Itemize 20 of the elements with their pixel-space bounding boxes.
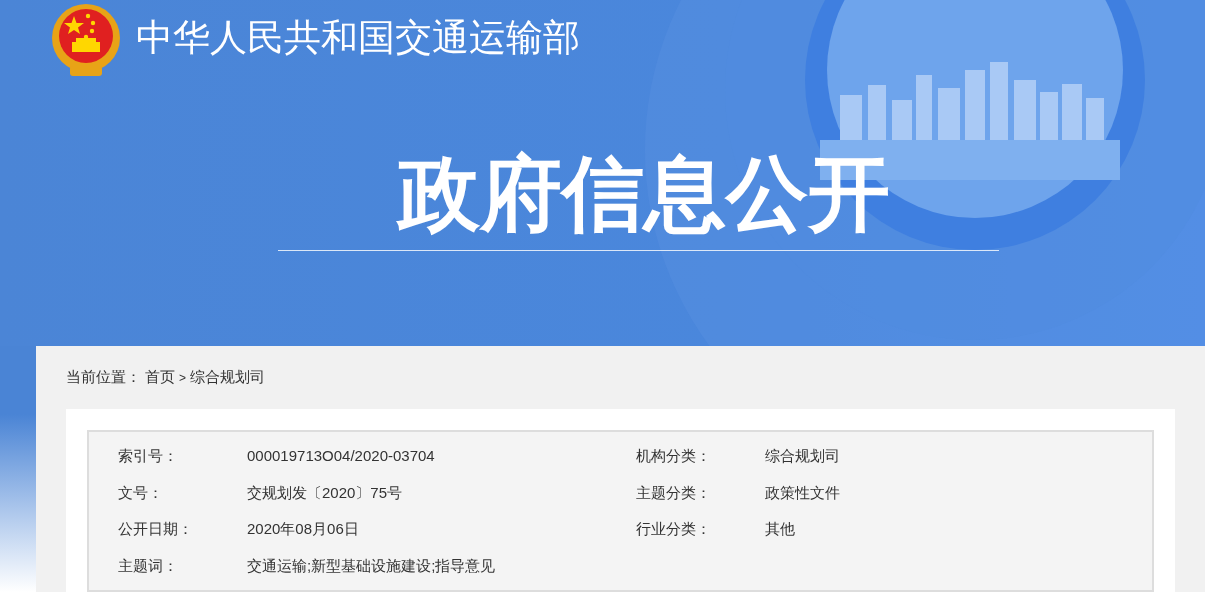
field-value: 2020年08月06日 (247, 519, 360, 539)
breadcrumb-label: 当前位置： (66, 367, 141, 388)
field-label: 行业分类： (636, 519, 712, 539)
field-label: 主题分类： (636, 482, 712, 503)
field-value: 其他 (765, 519, 796, 539)
field-value: 000019713O04/2020-03704 (247, 446, 436, 466)
field-label: 公开日期： (118, 519, 194, 539)
page-title: 政府信息公开 (395, 147, 890, 241)
breadcrumb-link[interactable]: 综合规划司 (190, 366, 265, 389)
breadcrumb-separator: > (179, 369, 186, 387)
field-label: 索引号： (118, 446, 179, 466)
field-value: 政策性文件 (765, 482, 841, 503)
field-value: 综合规划司 (765, 446, 841, 466)
field-value: 交规划发〔2020〕75号 (247, 482, 404, 503)
field-label: 机构分类： (636, 446, 712, 466)
field-value: 交通运输;新型基础设施建设;指导意见 (247, 555, 497, 576)
site-title: 中华人民共和国交通运输部 (136, 16, 580, 60)
field-label: 主题词： (118, 555, 179, 576)
field-label: 文号： (118, 482, 164, 503)
breadcrumb-link[interactable]: 首页 (145, 366, 175, 389)
